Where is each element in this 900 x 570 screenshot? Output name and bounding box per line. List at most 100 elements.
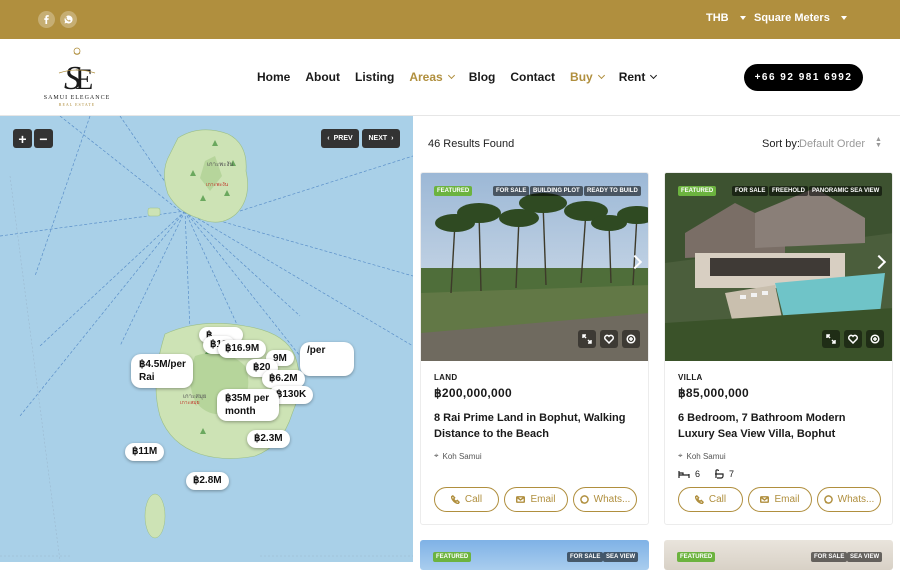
listing-card[interactable]: FEATURED FOR SALE SEA VIEW xyxy=(664,540,893,570)
featured-badge: FEATURED xyxy=(433,552,472,562)
listing-title[interactable]: 8 Rai Prime Land in Bophut, Walking Dist… xyxy=(434,410,639,442)
email-button[interactable]: Email xyxy=(748,487,812,512)
property-map[interactable]: เกาะพะงัน เกาะพะงัน เกาะสมุย เกาะสมุย + … xyxy=(0,116,413,562)
listing-type: LAND xyxy=(434,373,458,382)
compare-icon[interactable] xyxy=(622,330,640,348)
nav-rent[interactable]: Rent xyxy=(619,70,658,84)
main-nav: Home About Listing Areas Blog Contact Bu… xyxy=(257,70,658,84)
map-price-pin[interactable]: ฿4.5M/per Rai xyxy=(131,354,193,388)
map-pin-icon: ⌖ xyxy=(678,451,683,460)
nav-contact[interactable]: Contact xyxy=(510,70,555,84)
listing-image[interactable]: FEATURED FOR SALE FREEHOLD PANORAMIC SEA… xyxy=(665,173,892,361)
phone-button[interactable]: +66 92 981 6992 xyxy=(744,64,863,91)
bathrooms: 7 xyxy=(714,469,734,479)
caret-down-icon xyxy=(840,16,847,20)
whatsapp-icon[interactable] xyxy=(60,11,77,28)
featured-badge: FEATURED xyxy=(677,552,716,562)
sort-arrows-icon: ▲ ▼ xyxy=(875,136,882,149)
whatsapp-button[interactable]: Whats... xyxy=(573,487,637,512)
label-badge: FREEHOLD xyxy=(769,186,808,196)
phone-icon xyxy=(694,495,704,504)
featured-badge: FEATURED xyxy=(434,186,473,196)
currency-select[interactable]: THB xyxy=(706,12,746,24)
chevron-right-icon: › xyxy=(391,135,394,142)
listing-actions: Call Email Whats... xyxy=(434,487,637,512)
listing-card[interactable]: FEATURED FOR SALE BUILDING PLOT READY TO… xyxy=(420,172,649,525)
map-price-pin[interactable]: ฿2.3M xyxy=(247,430,290,448)
listing-card[interactable]: FEATURED FOR SALE FREEHOLD PANORAMIC SEA… xyxy=(664,172,893,525)
bed-icon xyxy=(678,470,690,478)
map-price-pin[interactable]: ฿2.8M xyxy=(186,472,229,490)
svg-text:เกาะพะงัน: เกาะพะงัน xyxy=(207,161,233,168)
map-price-pin[interactable]: ฿16.9M xyxy=(218,340,267,358)
call-button[interactable]: Call xyxy=(678,487,743,512)
top-bar: THB Square Meters xyxy=(0,0,900,39)
chevron-down-icon xyxy=(597,71,605,80)
listing-price: ฿200,000,000 xyxy=(434,386,512,400)
label-badge: SEA VIEW xyxy=(603,552,639,562)
map-price-pin[interactable]: ฿35M per month xyxy=(217,389,279,421)
status-badge: FOR SALE xyxy=(567,552,604,562)
listing-location: ⌖ Koh Samui xyxy=(434,451,482,461)
listing-type: VILLA xyxy=(678,373,703,382)
envelope-icon xyxy=(760,496,770,503)
listing-image[interactable]: FEATURED FOR SALE BUILDING PLOT READY TO… xyxy=(421,173,648,361)
listing-price: ฿85,000,000 xyxy=(678,386,749,400)
whatsapp-button[interactable]: Whats... xyxy=(817,487,881,512)
map-price-pin[interactable]: /per xyxy=(300,342,354,376)
status-badge: FOR SALE xyxy=(732,186,769,196)
whatsapp-icon xyxy=(823,495,833,504)
svg-text:เกาะสมุย: เกาะสมุย xyxy=(180,400,200,406)
bedrooms: 6 xyxy=(678,469,700,479)
label-badge: READY TO BUILD xyxy=(584,186,641,196)
heart-icon[interactable] xyxy=(600,330,618,348)
bath-icon xyxy=(715,469,724,479)
envelope-icon xyxy=(516,496,526,503)
nav-home[interactable]: Home xyxy=(257,70,290,84)
label-badge: BUILDING PLOT xyxy=(530,186,583,196)
results-count: 46 Results Found xyxy=(428,138,515,150)
listing-card[interactable]: FEATURED FOR SALE SEA VIEW xyxy=(420,540,649,570)
facebook-icon[interactable] xyxy=(38,11,55,28)
call-button[interactable]: Call xyxy=(434,487,499,512)
site-header: S E SAMUI ELEGANCE REAL ESTATE Home Abou… xyxy=(0,39,900,116)
sort-label: Sort by: xyxy=(762,138,800,150)
image-tools xyxy=(822,330,884,348)
nav-about[interactable]: About xyxy=(305,70,340,84)
chevron-left-icon: ‹ xyxy=(327,135,330,142)
email-button[interactable]: Email xyxy=(504,487,568,512)
listing-features: 6 7 xyxy=(678,469,734,479)
nav-blog[interactable]: Blog xyxy=(469,70,496,84)
map-prev-button[interactable]: ‹ PREV xyxy=(321,129,359,148)
chevron-down-icon xyxy=(447,71,455,80)
unit-label: Square Meters xyxy=(754,12,830,24)
compare-icon[interactable] xyxy=(866,330,884,348)
listing-location: ⌖ Koh Samui xyxy=(678,451,726,461)
nav-areas[interactable]: Areas xyxy=(409,70,455,84)
currency-label: THB xyxy=(706,12,729,24)
unit-select[interactable]: Square Meters xyxy=(754,12,847,24)
status-badge: FOR SALE xyxy=(811,552,848,562)
image-tools xyxy=(578,330,640,348)
expand-icon[interactable] xyxy=(822,330,840,348)
zoom-out-button[interactable]: − xyxy=(34,129,53,148)
whatsapp-icon xyxy=(579,495,589,504)
map-pin-icon: ⌖ xyxy=(434,451,439,460)
nav-buy[interactable]: Buy xyxy=(570,70,605,84)
zoom-in-button[interactable]: + xyxy=(13,129,32,148)
status-badge: FOR SALE xyxy=(493,186,530,196)
svg-text:เกาะสมุย: เกาะสมุย xyxy=(183,393,206,400)
svg-text:เกาะพะงัน: เกาะพะงัน xyxy=(206,182,229,188)
listing-title[interactable]: 6 Bedroom, 7 Bathroom Modern Luxury Sea … xyxy=(678,410,883,442)
nav-listing[interactable]: Listing xyxy=(355,70,394,84)
label-badge: PANORAMIC SEA VIEW xyxy=(809,186,883,196)
caret-down-icon xyxy=(739,16,746,20)
expand-icon[interactable] xyxy=(578,330,596,348)
heart-icon[interactable] xyxy=(844,330,862,348)
phone-icon xyxy=(450,495,460,504)
sort-select[interactable]: Default Order xyxy=(799,138,865,150)
map-price-pin[interactable]: ฿11M xyxy=(125,443,165,461)
featured-badge: FEATURED xyxy=(678,186,717,196)
label-badge: SEA VIEW xyxy=(847,552,883,562)
map-next-button[interactable]: NEXT › xyxy=(362,129,400,148)
